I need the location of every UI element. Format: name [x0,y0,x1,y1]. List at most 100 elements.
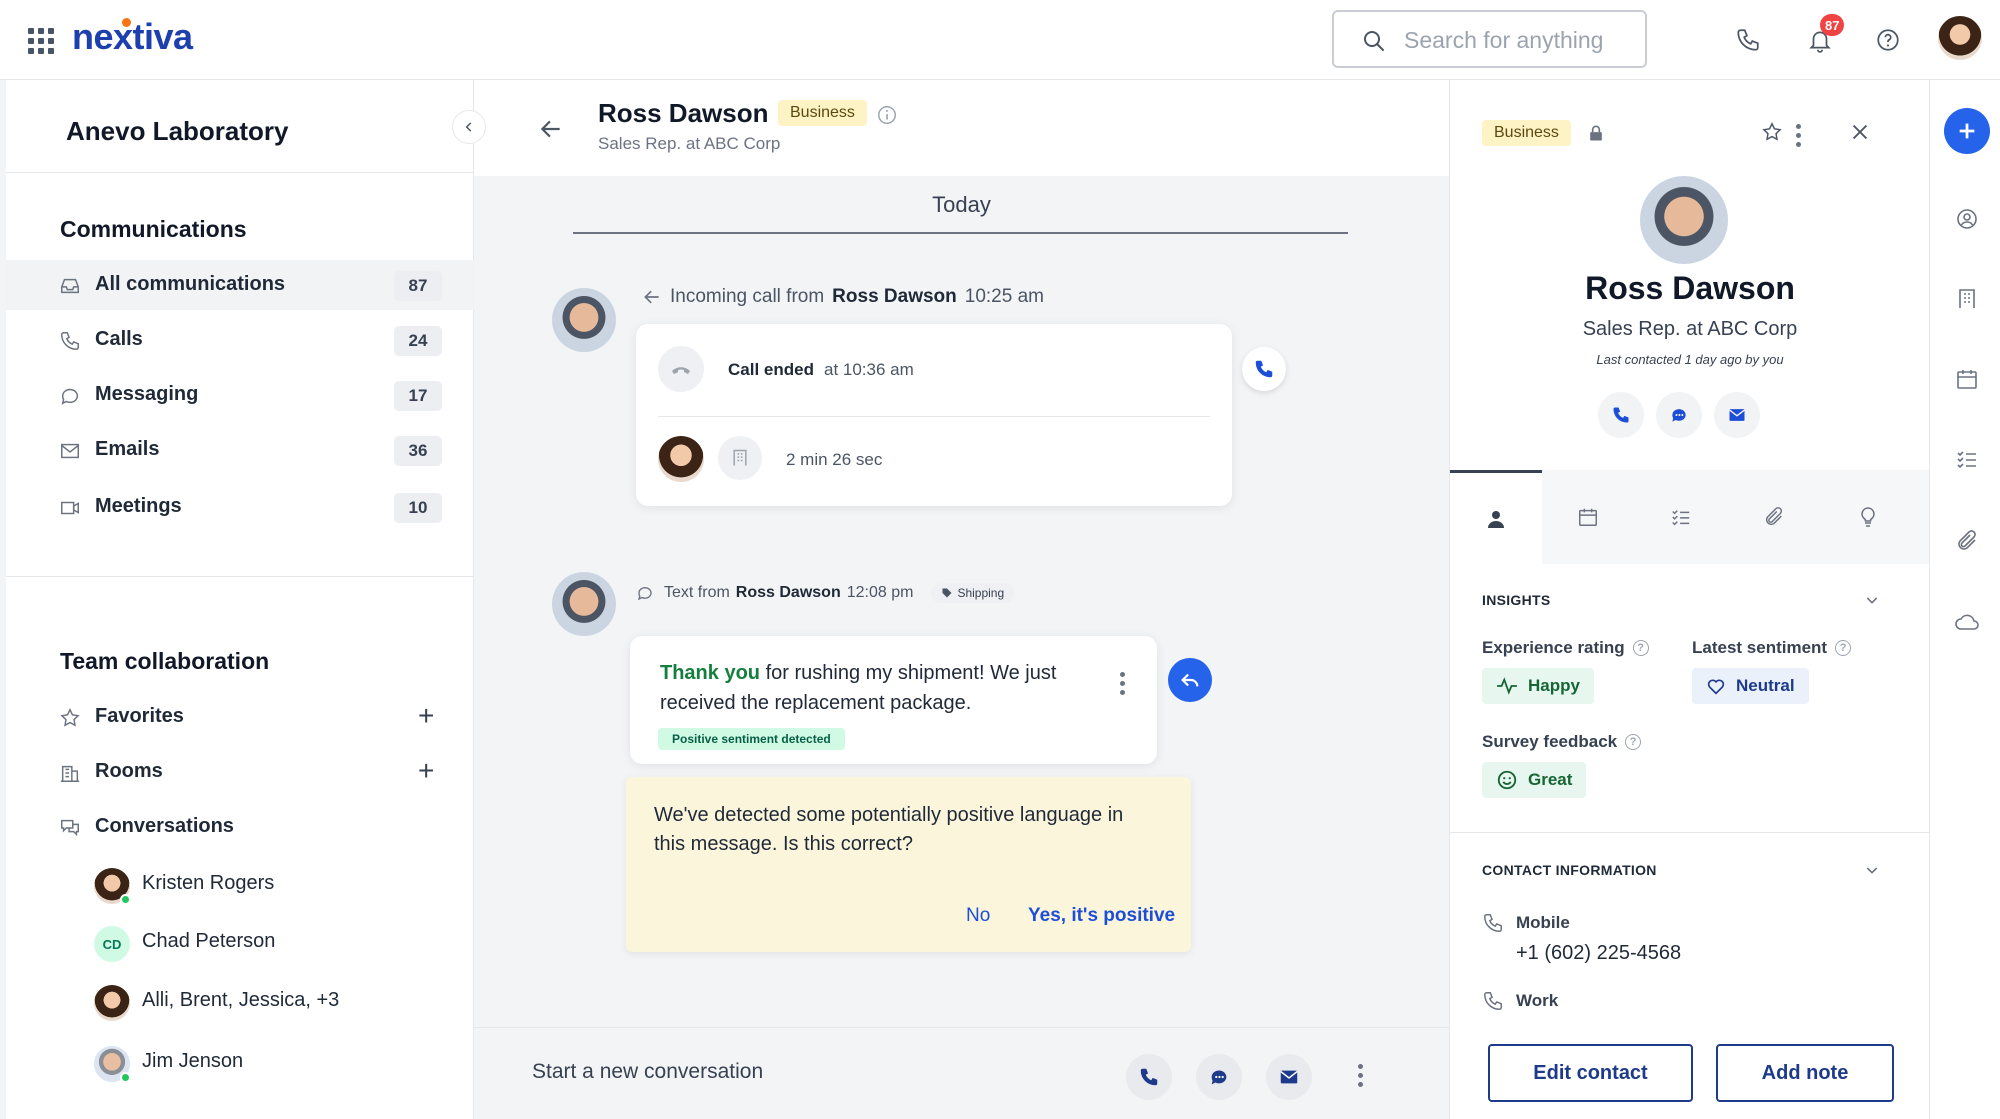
cloud-icon[interactable] [1952,608,1982,638]
message-highlight: Thank you [660,662,761,684]
latest-sentiment-chip: Neutral [1692,668,1809,704]
favorite-star-icon[interactable] [1758,118,1786,146]
composer-bar: Start a new conversation [474,1027,1449,1119]
conversation-item[interactable]: CD Chad Peterson [6,914,474,970]
latest-sentiment-text: Latest sentiment [1692,638,1828,657]
mobile-row: Mobile [1482,912,1570,934]
composer-more-icon[interactable] [1358,1064,1363,1087]
latest-sentiment-value: Neutral [1736,676,1795,695]
composer-message-button[interactable] [1196,1054,1242,1100]
message-more-icon[interactable] [1120,672,1125,695]
panel-more-icon[interactable] [1796,124,1801,147]
user-avatar[interactable] [1938,16,1982,60]
tab-tasks[interactable] [1635,470,1727,564]
logo-dot [122,18,131,27]
mobile-number[interactable]: +1 (602) 225-4568 [1516,942,1681,965]
composer-call-button[interactable] [1126,1054,1172,1100]
call-card[interactable]: Call ended at 10:36 am 2 min 26 sec [636,324,1232,506]
profile-message-button[interactable] [1656,392,1702,438]
count-badge: 36 [394,436,442,466]
phone-icon [1255,360,1273,378]
close-icon[interactable] [1846,118,1874,146]
nav-favorites[interactable]: Favorites + [6,692,474,742]
mail-icon [1729,409,1745,421]
calendar-icon[interactable] [1952,364,1982,394]
conversations-icon [58,816,82,840]
tab-calendar[interactable] [1542,470,1634,564]
caller-name: Ross Dawson [832,286,957,307]
yes-positive-button[interactable]: Yes, it's positive [1028,905,1175,927]
nav-label: Conversations [95,815,234,837]
composer-email-button[interactable] [1266,1054,1312,1100]
divider [6,172,474,173]
text-message-card[interactable]: Thank you for rushing my shipment! We ju… [630,636,1157,764]
search-icon [1364,31,1384,51]
chat-bubble-icon [1672,409,1686,422]
call-time: 10:25 am [964,286,1044,307]
add-favorite-plus-icon[interactable]: + [418,702,434,730]
call-duration: 2 min 26 sec [786,450,883,469]
nav-conversations[interactable]: Conversations [6,802,474,852]
agent-avatar [658,436,704,482]
start-conversation-label[interactable]: Start a new conversation [532,1060,763,1084]
help-icon[interactable]: ? [1835,640,1852,656]
nav-messaging[interactable]: Messaging 17 [6,370,474,420]
chat-bubble-icon [637,587,652,601]
help-icon[interactable]: ? [1632,640,1649,656]
conversation-item[interactable]: Alli, Brent, Jessica, +3 [6,973,474,1029]
create-new-button[interactable] [1944,108,1990,154]
reply-button[interactable] [1168,658,1212,702]
notification-badge: 87 [1820,14,1845,36]
profile-call-button[interactable] [1598,392,1644,438]
building-icon[interactable] [1952,284,1982,314]
nav-label: Emails [95,438,160,460]
nav-label: All communications [95,273,286,295]
shipping-tag[interactable]: Shipping [931,583,1015,603]
work-label: Work [1516,991,1559,1010]
phone-icon [1613,407,1629,423]
online-status-dot [120,1072,131,1083]
info-icon[interactable] [876,104,898,126]
nextiva-logo[interactable]: nextiva [72,16,193,58]
nav-meetings[interactable]: Meetings 10 [6,482,474,532]
tab-attachments[interactable] [1728,470,1820,564]
tab-profile[interactable] [1450,470,1542,564]
paperclip-icon[interactable] [1952,526,1982,556]
tab-insights[interactable] [1822,470,1914,564]
help-icon[interactable]: ? [1625,734,1642,750]
nav-emails[interactable]: Emails 36 [6,425,474,475]
call-status: Call ended [728,360,814,379]
day-separator-label: Today [932,192,991,217]
collapse-sidebar-button[interactable] [452,110,486,144]
contact-avatar [1640,176,1728,264]
no-button[interactable]: No [966,905,990,927]
add-note-button[interactable]: Add note [1716,1044,1894,1102]
conversation-item[interactable]: Jim Jenson [6,1034,474,1090]
call-back-button[interactable] [1242,347,1286,391]
checklist-icon[interactable] [1952,444,1982,474]
chevron-down-icon[interactable] [1864,862,1880,878]
search-box[interactable] [1332,10,1647,68]
survey-feedback-text: Survey feedback [1482,732,1618,751]
phone-icon[interactable] [1732,24,1764,56]
app-grid-icon[interactable] [28,28,54,54]
add-room-plus-icon[interactable]: + [418,757,434,785]
chevron-down-icon[interactable] [1864,592,1880,608]
contact-circle-icon[interactable] [1952,204,1982,234]
nav-all-communications[interactable]: All communications 87 [6,260,474,310]
profile-email-button[interactable] [1714,392,1760,438]
back-arrow-icon[interactable] [538,116,564,142]
nav-label: Messaging [95,383,199,405]
conversation-name: Chad Peterson [142,930,276,952]
search-input[interactable] [1404,24,1634,56]
person-icon [1488,510,1504,528]
help-icon[interactable] [1872,24,1904,56]
nav-rooms[interactable]: Rooms + [6,747,474,797]
call-ended-time: at 10:36 am [824,360,914,379]
conversation-item[interactable]: Kristen Rogers [6,856,474,912]
mail-icon [58,439,82,463]
nav-calls[interactable]: Calls 24 [6,315,474,365]
checklist-icon [1672,510,1690,526]
edit-contact-button[interactable]: Edit contact [1488,1044,1693,1102]
contact-name[interactable]: Ross Dawson [598,98,769,129]
